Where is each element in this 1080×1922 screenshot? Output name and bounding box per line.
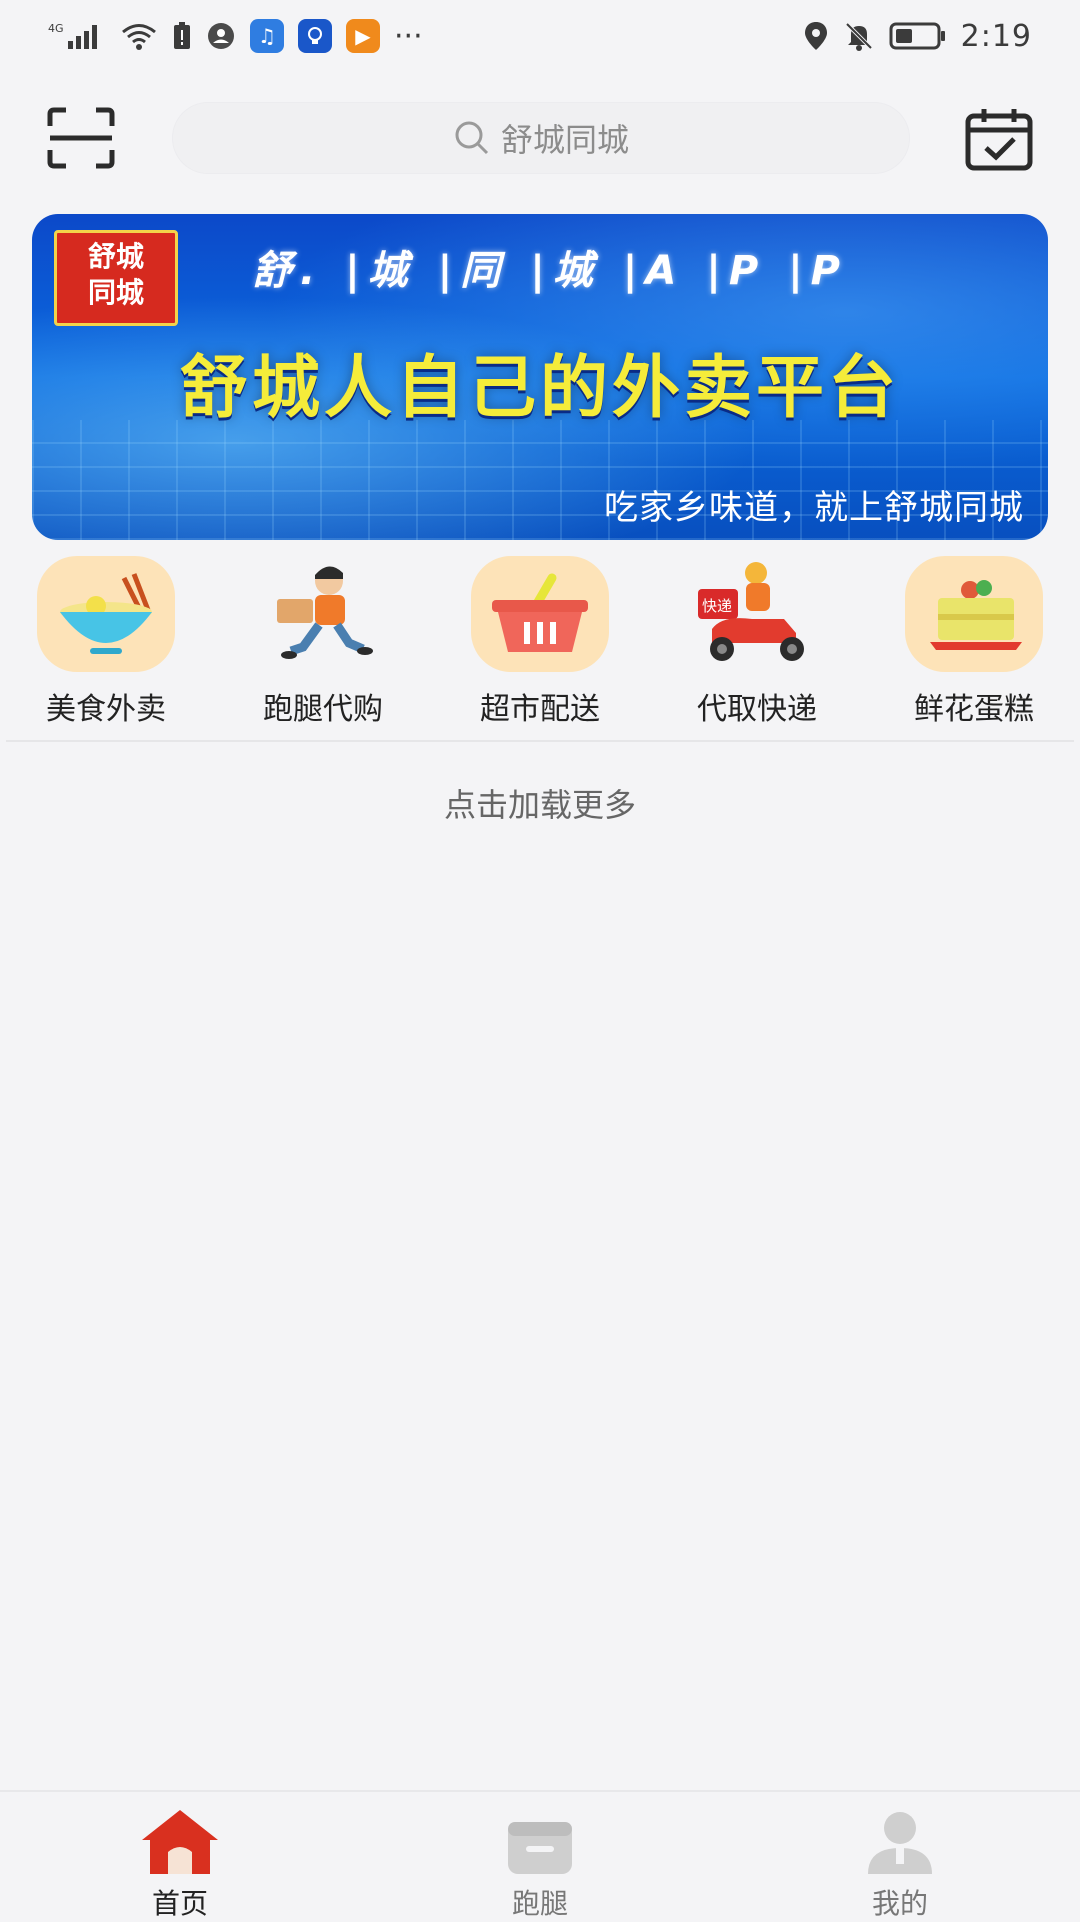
status-bar: 4G ♫ ▶ ··· 2:19	[0, 0, 1080, 72]
banner-subtitle: 吃家乡味道，就上舒城同城	[604, 488, 1024, 528]
network-type: 4G	[48, 22, 64, 35]
scan-icon	[47, 107, 115, 169]
bulb-app-icon	[298, 19, 332, 53]
tab-home-label: 首页	[151, 1887, 208, 1920]
category-grid: 美食外卖 跑腿代购 超市配送 快递 代取快递 鲜花蛋糕	[0, 556, 1080, 732]
category-express-pickup[interactable]: 快递 代取快递	[673, 556, 841, 732]
banner-tagline: 舒. |城 |同 |城 |A |P |P	[252, 248, 848, 294]
category-food-delivery[interactable]: 美食外卖	[22, 556, 190, 732]
delivery-scooter-icon: 快递	[688, 556, 826, 672]
category-supermarket-delivery[interactable]: 超市配送	[456, 556, 624, 732]
category-label: 跑腿代购	[263, 692, 383, 727]
wifi-icon	[120, 21, 158, 51]
tab-profile[interactable]: 我的	[780, 1792, 1020, 1922]
promo-banner[interactable]: 舒城 同城 舒. |城 |同 |城 |A |P |P 舒城人自己的外卖平台 吃家…	[32, 214, 1048, 540]
battery-icon	[889, 21, 947, 51]
clock: 2:19	[960, 18, 1032, 54]
status-right: 2:19	[803, 19, 1032, 54]
category-label: 超市配送	[480, 692, 600, 727]
load-more-button[interactable]: 点击加载更多	[0, 780, 1080, 826]
logo-line-1: 舒城	[87, 240, 144, 273]
delivery-badge-text: 快递	[702, 597, 732, 615]
tab-profile-label: 我的	[871, 1887, 928, 1920]
home-icon	[142, 1810, 218, 1874]
search-input[interactable]: 舒城同城	[172, 102, 910, 174]
search-icon	[455, 121, 489, 155]
location-icon	[803, 20, 829, 52]
tab-errand[interactable]: 跑腿	[420, 1792, 660, 1922]
battery-alert-icon	[172, 21, 192, 51]
logo-line-2: 同城	[87, 276, 144, 309]
more-notifications-icon: ···	[394, 18, 423, 54]
video-app-icon: ▶	[346, 19, 380, 53]
status-left: 4G ♫ ▶ ···	[48, 19, 423, 54]
brand-logo: 舒城 同城	[54, 230, 178, 326]
errand-icon	[508, 1822, 572, 1874]
section-divider	[6, 740, 1074, 742]
signal-icon: 4G	[48, 21, 106, 51]
basket-icon	[471, 556, 609, 672]
category-label: 美食外卖	[46, 692, 166, 727]
privacy-icon	[206, 21, 236, 51]
category-errand-purchase[interactable]: 跑腿代购	[239, 556, 407, 732]
profile-icon	[868, 1812, 932, 1874]
cake-icon	[905, 556, 1043, 672]
top-bar: 舒城同城	[0, 96, 1080, 180]
bottom-tab-bar: 首页 跑腿 我的	[0, 1790, 1080, 1920]
tab-home[interactable]: 首页	[60, 1792, 300, 1922]
category-label: 鲜花蛋糕	[914, 692, 1034, 727]
calendar-check-icon	[965, 109, 1033, 171]
tab-errand-label: 跑腿	[511, 1887, 568, 1920]
category-label: 代取快递	[697, 692, 817, 727]
runner-icon	[254, 556, 392, 672]
mute-icon	[843, 20, 875, 52]
scan-button[interactable]	[46, 106, 116, 170]
search-placeholder: 舒城同城	[500, 121, 629, 159]
banner-headline: 舒城人自己的外卖平台	[179, 349, 900, 428]
noodle-bowl-icon	[37, 556, 175, 672]
music-app-icon: ♫	[250, 19, 284, 53]
category-flowers-cake[interactable]: 鲜花蛋糕	[890, 556, 1058, 732]
calendar-button[interactable]	[964, 106, 1034, 172]
